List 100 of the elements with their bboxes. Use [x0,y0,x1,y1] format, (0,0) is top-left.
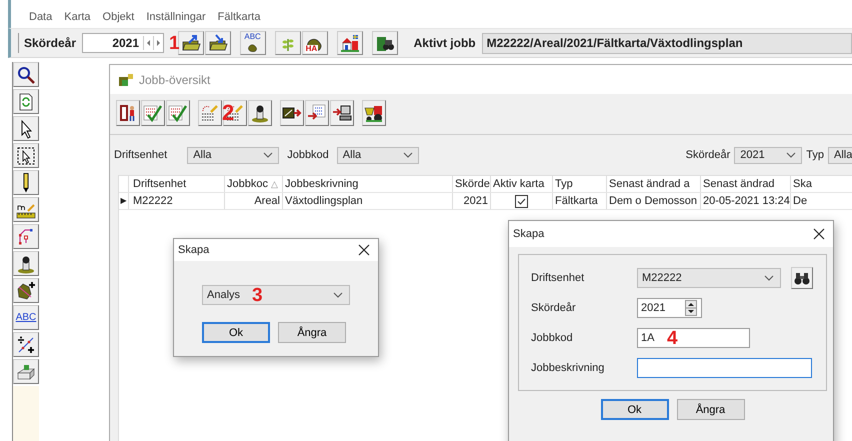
table-cell: M22222 [129,193,225,209]
tool-button[interactable]: HA [302,31,328,55]
cancel-button[interactable]: Ångra [278,322,346,343]
callout-number: 3 [252,286,263,305]
tool-button[interactable] [13,170,39,195]
tractor-icon [364,103,384,123]
chevron-icon [764,275,774,281]
active-job-field: M22222/Areal/2021/Fältkarta/Växtodlingsplan [482,32,852,54]
tool-button[interactable] [372,31,398,55]
column-header[interactable]: Typ [553,176,607,192]
column-header[interactable]: Senast ändrad a [607,176,701,192]
tool-button[interactable]: ABC [240,31,266,55]
chevron-icon [786,152,796,158]
checklist-icon [168,103,188,123]
folder-arrow-icon [208,33,228,53]
filter-label: Jobbkod [287,149,329,161]
chevron-icon [263,152,274,158]
menu-item[interactable]: Karta [64,11,91,28]
column-header[interactable]: Driftsenhet [129,176,225,192]
menu-item[interactable]: Inställningar [146,11,206,28]
table-cell: Dem o Demosson [607,193,701,209]
tool-button[interactable] [362,100,386,126]
tool-button[interactable] [13,197,39,222]
checklist-icon [143,103,163,123]
input-field[interactable] [637,358,812,378]
field-label: Driftsenhet [531,272,586,284]
filter-dropdown[interactable]: Alla [187,146,280,164]
close-icon[interactable] [813,228,825,240]
checkbox[interactable] [515,194,528,208]
column-header[interactable]: Jobbkoc △ [225,176,283,192]
dialog-title: Skapa [178,244,210,256]
polygon-add-icon [16,280,36,300]
table-cell: 20-05-2021 13:24 [701,193,791,209]
table-cell-text: De [792,194,808,209]
find-button[interactable] [791,267,813,289]
selection-icon [16,146,36,166]
column-header[interactable]: Skörde [453,176,491,192]
tool-button[interactable] [198,100,222,126]
ok-button[interactable]: Ok [202,322,270,343]
column-header[interactable]: Jobbeskrivning [283,176,453,192]
stamp-icon [16,254,36,274]
table-pencil-icon [200,103,220,123]
tool-button[interactable] [223,100,247,126]
tool-button[interactable]: ABC [13,305,39,330]
field-label: Jobbkod [531,332,574,344]
menu-item[interactable]: Objekt [102,11,134,28]
stamp-icon [250,103,270,123]
pencil-icon [23,172,29,192]
spin-arrows-icon[interactable] [685,300,697,316]
field-label: Skördeår [531,302,577,314]
filter-dropdown[interactable]: Alla [828,146,852,164]
year-spinner[interactable]: 2021 [637,298,702,318]
column-header[interactable]: Aktiv karta [491,176,553,192]
filter-label: Typ [806,149,824,161]
menu-item[interactable]: Fältkarta [218,11,260,28]
column-header[interactable]: Senast ändrad [701,176,791,192]
binoculars-icon [794,271,810,285]
tool-button[interactable] [13,332,39,357]
active-job-label: Aktivt jobb [414,36,476,50]
filter-dropdown[interactable]: Alla [336,146,419,164]
tool-button[interactable] [13,143,39,168]
callout-number: 1 [169,34,180,52]
cancel-button[interactable]: Ångra [676,399,744,420]
tool-button[interactable] [280,100,304,126]
year-label: Skördeår [24,36,76,50]
tool-button[interactable] [13,278,39,303]
ok-button[interactable]: Ok [600,399,668,420]
unit-dropdown[interactable]: M22222 [637,268,781,288]
filter-label: Driftsenhet [114,149,168,161]
tool-button[interactable] [116,100,140,126]
callout-number: 4 [667,329,678,348]
tool-button[interactable] [305,100,329,126]
tool-button[interactable] [178,31,204,55]
year-spinner[interactable]: 2021 [82,33,164,53]
computer-arrow-icon [332,103,352,123]
menu-item[interactable]: Data [29,11,52,28]
tool-button[interactable] [13,251,39,276]
panel-background [13,386,39,441]
search-icon [16,64,36,84]
chevron-icon [333,292,343,298]
split-line-icon [16,334,36,354]
close-icon[interactable] [358,244,370,256]
chevron-icon [402,152,413,158]
tool-button[interactable] [330,100,354,126]
tool-button[interactable] [13,116,39,141]
map-icon [118,72,134,86]
tool-button[interactable] [13,89,39,114]
tool-button[interactable] [336,31,363,55]
table-cell: Växtodlingsplan [283,193,453,209]
tool-button[interactable] [13,62,39,87]
column-header[interactable]: Ska [791,176,851,192]
house-icon [340,33,360,53]
folder-arrow-icon [180,33,201,53]
callout-number: 2 [222,102,234,124]
filter-dropdown[interactable]: 2021 [734,146,802,164]
window-title: Jobb-översikt [139,72,210,86]
table-cell: Fältkarta [553,193,607,209]
table-cell: 2021 [453,193,491,209]
tool-button[interactable] [248,100,272,126]
tool-button[interactable] [204,31,231,55]
